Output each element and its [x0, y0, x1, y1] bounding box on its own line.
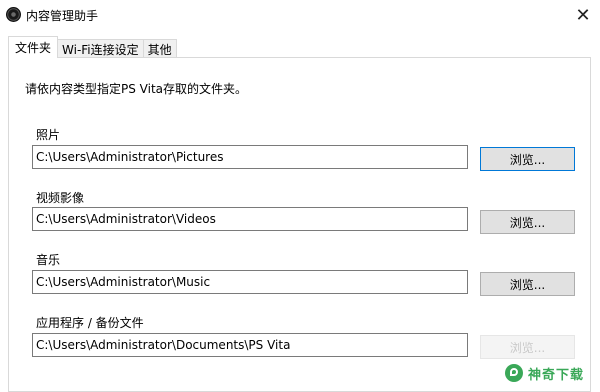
photos-path-field[interactable]	[32, 145, 468, 169]
watermark-logo-icon	[505, 364, 523, 382]
apps-backup-label: 应用程序 / 备份文件	[36, 316, 144, 330]
app-icon	[6, 7, 21, 22]
instruction-text: 请依内容类型指定PS Vita存取的文件夹。	[25, 82, 248, 96]
apps-backup-browse-button[interactable]: 浏览...	[480, 335, 575, 359]
tab-bar: 文件夹 Wi-Fi连接设定 其他	[8, 36, 177, 58]
music-label: 音乐	[36, 253, 61, 267]
music-browse-button[interactable]: 浏览...	[480, 272, 575, 296]
apps-backup-path-field[interactable]	[32, 333, 468, 357]
title-bar: 内容管理助手 ✕	[0, 0, 600, 30]
photos-label: 照片	[36, 128, 61, 142]
tab-folders[interactable]: 文件夹	[8, 36, 59, 58]
watermark: 神奇下载	[505, 360, 595, 386]
close-icon[interactable]: ✕	[566, 0, 600, 30]
videos-browse-button[interactable]: 浏览...	[480, 210, 575, 234]
photos-browse-button[interactable]: 浏览...	[480, 147, 575, 171]
tab-other[interactable]: 其他	[142, 39, 177, 58]
videos-label: 视频影像	[36, 191, 85, 205]
window-title: 内容管理助手	[26, 9, 99, 23]
tab-wifi-settings[interactable]: Wi-Fi连接设定	[57, 39, 144, 58]
videos-path-field[interactable]	[32, 207, 468, 231]
watermark-text: 神奇下载	[528, 367, 585, 383]
music-path-field[interactable]	[32, 270, 468, 294]
